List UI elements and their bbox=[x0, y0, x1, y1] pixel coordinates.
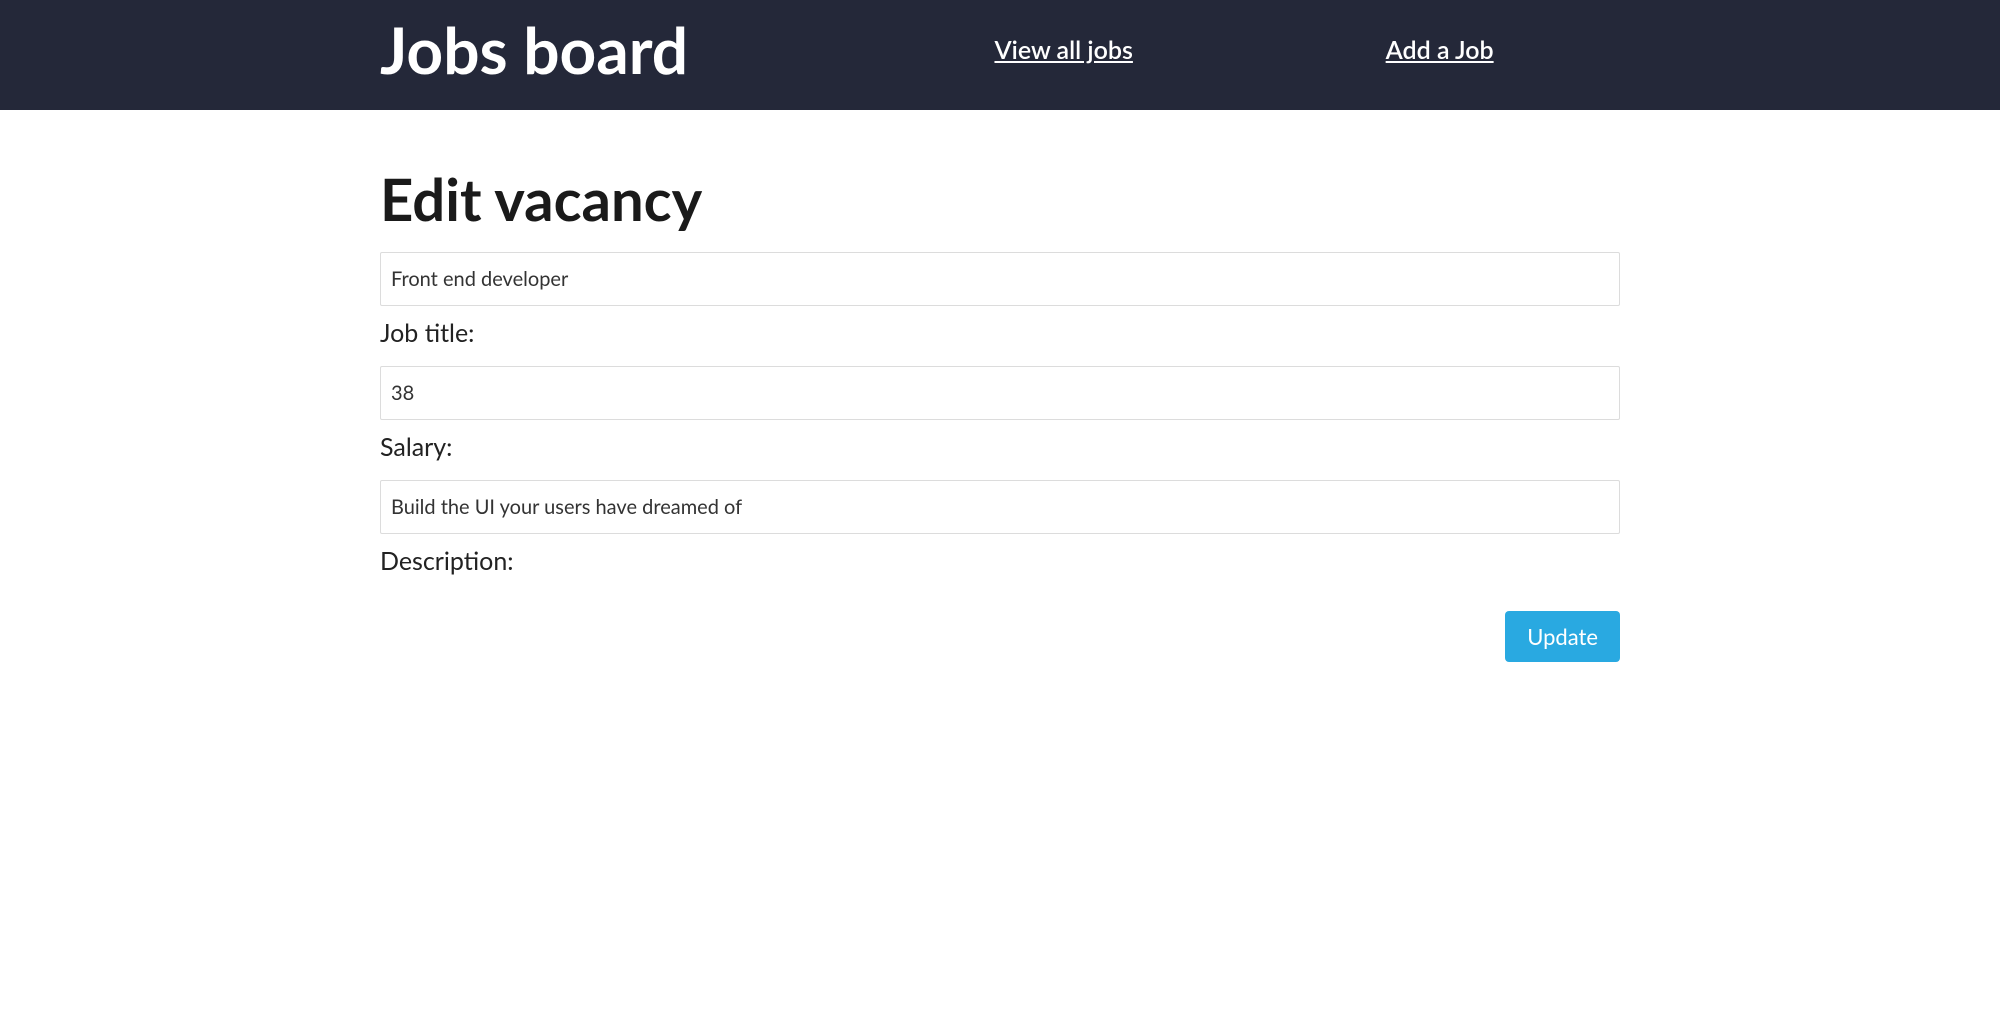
job-title-label: Job title: bbox=[380, 318, 1620, 348]
navbar: Jobs board View all jobs Add a Job bbox=[0, 0, 2000, 110]
brand-title: Jobs board bbox=[380, 15, 688, 85]
description-input[interactable] bbox=[380, 480, 1620, 534]
salary-group: Salary: bbox=[380, 366, 1620, 462]
button-row: Update bbox=[380, 611, 1620, 662]
description-group: Description: bbox=[380, 480, 1620, 576]
job-title-group: Job title: bbox=[380, 252, 1620, 348]
salary-input[interactable] bbox=[380, 366, 1620, 420]
nav-link-view-all-jobs[interactable]: View all jobs bbox=[994, 35, 1132, 65]
job-title-input[interactable] bbox=[380, 252, 1620, 306]
main-container: Edit vacancy Job title: Salary: Descript… bbox=[360, 165, 1640, 662]
update-button[interactable]: Update bbox=[1505, 611, 1620, 662]
description-label: Description: bbox=[380, 546, 1620, 576]
nav-links: View all jobs Add a Job bbox=[768, 35, 1620, 65]
salary-label: Salary: bbox=[380, 432, 1620, 462]
page-title: Edit vacancy bbox=[380, 165, 1620, 234]
nav-link-add-a-job[interactable]: Add a Job bbox=[1386, 35, 1494, 65]
